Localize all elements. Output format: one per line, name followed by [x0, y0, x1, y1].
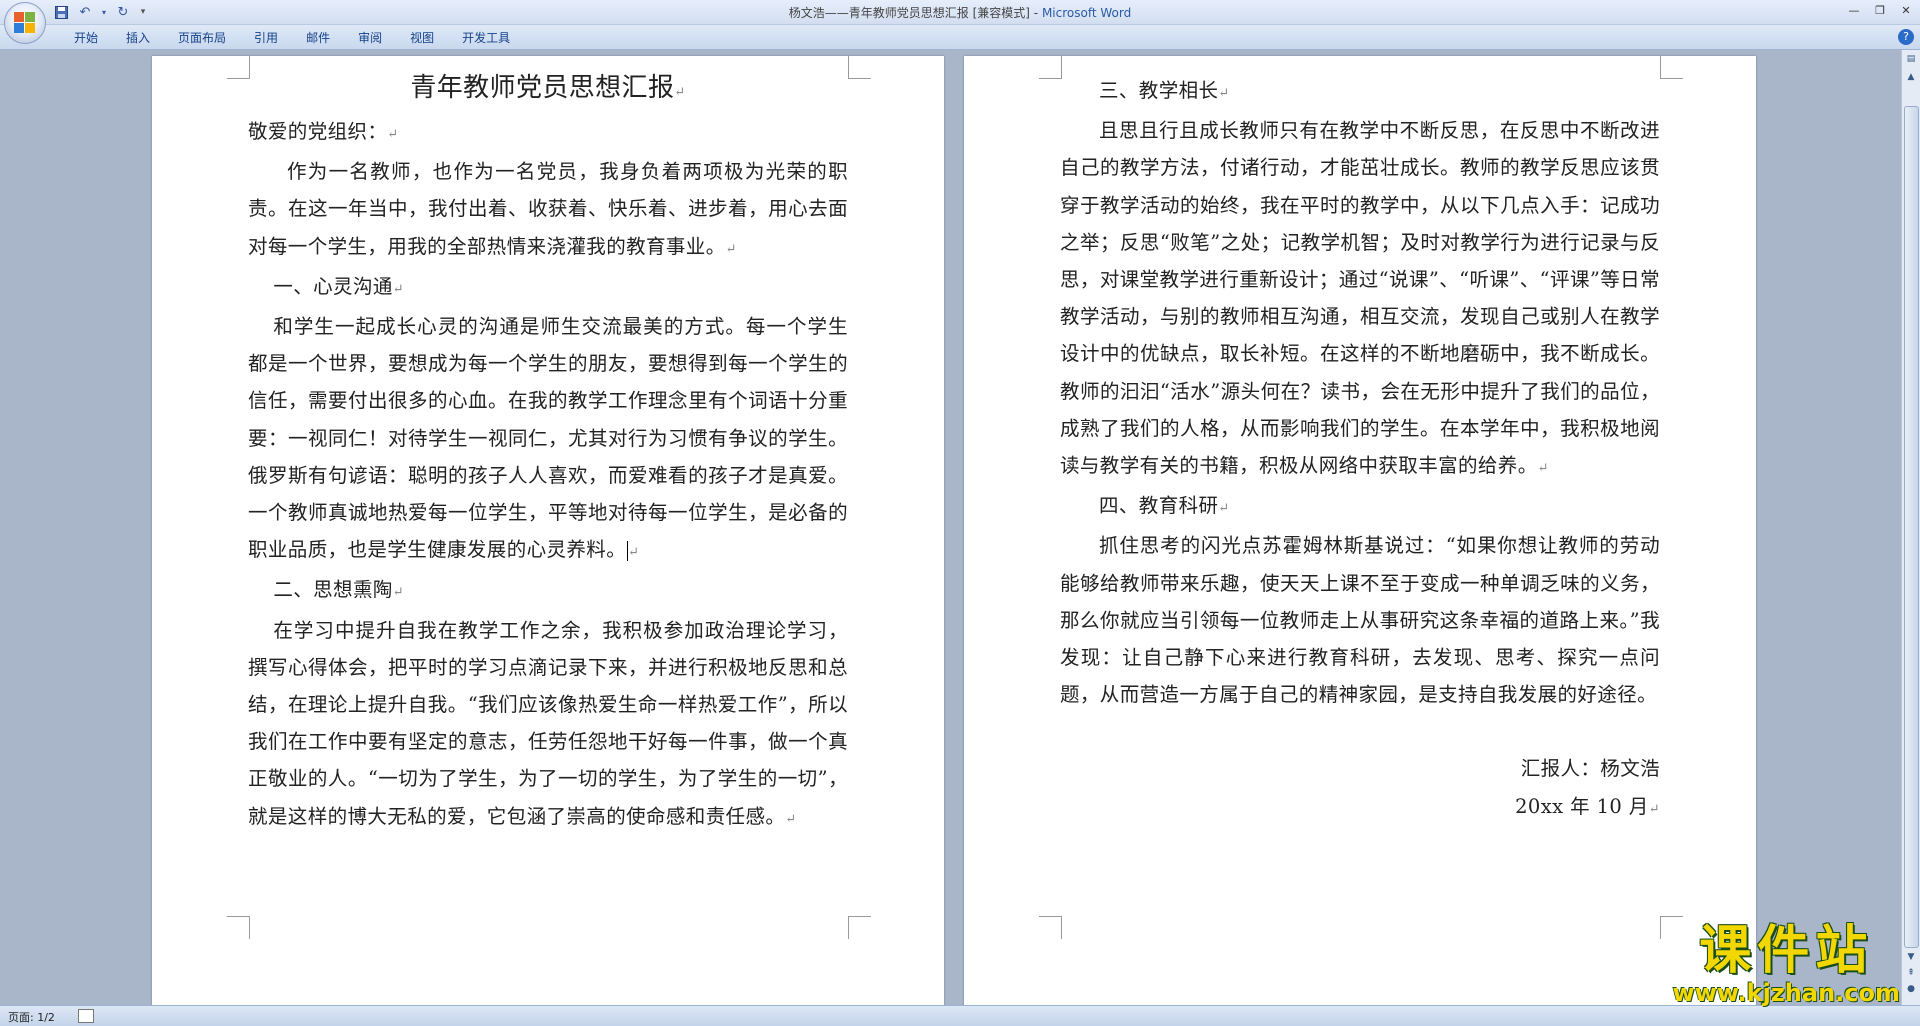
scrollbar-thumb[interactable]	[1904, 106, 1919, 948]
tab-developer[interactable]: 开发工具	[448, 30, 524, 46]
document-area: 青年教师党员思想汇报↵ 敬爱的党组织：↵ 作为一名教师，也作为一名党员，我身负着…	[0, 50, 1902, 1005]
window-controls: — ❐ ✕	[1846, 2, 1914, 18]
page-count[interactable]: 页面: 1/2	[8, 1009, 55, 1025]
paragraph-3: 且思且行且成长教师只有在教学中不断反思，在反思中不断改进自己的教学方法，付诸行动…	[1060, 119, 1660, 478]
select-browse-object-icon[interactable]: ●	[1904, 982, 1918, 996]
tab-review[interactable]: 审阅	[344, 30, 396, 46]
signature: 汇报人：杨文浩	[1520, 757, 1660, 781]
title-separator: -	[1029, 6, 1042, 20]
document-name: 杨文浩——青年教师党员思想汇报 [兼容模式]	[788, 6, 1030, 20]
tab-view[interactable]: 视图	[396, 30, 448, 46]
minimize-icon[interactable]: —	[1846, 2, 1862, 18]
document-title: 青年教师党员思想汇报↵	[410, 73, 686, 103]
paragraph-1: 和学生一起成长心灵的沟通是师生交流最美的方式。每一个学生都是一个世界，要想成为每…	[248, 315, 848, 562]
watermark-text: 课件站	[1699, 921, 1874, 981]
page-2[interactable]: 三、教学相长↵ 且思且行且成长教师只有在教学中不断反思，在反思中不断改进自己的教…	[964, 56, 1756, 1005]
help-icon[interactable]: ?	[1898, 29, 1914, 45]
heading-4: 四、教育科研↵	[1099, 494, 1230, 518]
title-bar: ↶ ▾ ↻ ▾ 杨文浩——青年教师党员思想汇报 [兼容模式] - Microso…	[0, 0, 1920, 44]
close-icon[interactable]: ✕	[1898, 2, 1914, 18]
scroll-up-icon[interactable]: ▲	[1904, 70, 1918, 84]
date: 20xx 年 10 月↵	[1515, 794, 1660, 818]
crop-mark	[1039, 916, 1062, 939]
salutation: 敬爱的党组织：↵	[248, 120, 399, 143]
page-1[interactable]: 青年教师党员思想汇报↵ 敬爱的党组织：↵ 作为一名教师，也作为一名党员，我身负着…	[152, 56, 944, 1005]
intro-paragraph: 作为一名教师，也作为一名党员，我身负着两项极为光荣的职责。在这一年当中，我付出着…	[248, 160, 848, 258]
app-name: Microsoft Word	[1041, 6, 1132, 20]
ribbon-tabs: 开始 插入 页面布局 引用 邮件 审阅 视图 开发工具	[60, 30, 524, 46]
heading-1: 一、心灵沟通↵	[273, 274, 405, 298]
crop-mark	[227, 916, 250, 939]
page-1-content: 青年教师党员思想汇报↵ 敬爱的党组织：↵ 作为一名教师，也作为一名党员，我身负着…	[248, 68, 848, 838]
vertical-scrollbar[interactable]: ▤ ▲ ▼ ⇞ ●	[1901, 50, 1920, 1005]
restore-icon[interactable]: ❐	[1872, 2, 1888, 18]
status-bar: 页面: 1/2	[0, 1005, 1920, 1026]
tab-references[interactable]: 引用	[240, 30, 292, 46]
office-button[interactable]	[4, 2, 46, 44]
office-logo-icon	[14, 12, 36, 34]
watermark-logo: 课件站 www.kjzhan.com	[1673, 922, 1900, 1006]
crop-mark	[1039, 56, 1062, 79]
proofing-icon[interactable]	[78, 1009, 94, 1023]
tab-home[interactable]: 开始	[60, 30, 112, 46]
heading-3: 三、教学相长↵	[1099, 79, 1230, 102]
watermark-url: www.kjzhan.com	[1672, 979, 1900, 1007]
scroll-down-icon[interactable]: ▼	[1904, 950, 1918, 964]
tab-mailings[interactable]: 邮件	[292, 30, 344, 46]
crop-mark	[227, 56, 250, 79]
paragraph-2: 在学习中提升自我在教学工作之余，我积极参加政治理论学习，撰写心得体会，把平时的学…	[248, 618, 848, 828]
paragraph-4: 抓住思考的闪光点苏霍姆林斯基说过：“如果你想让教师的劳动能够给教师带来乐趣，使天…	[1060, 534, 1660, 707]
crop-mark	[848, 56, 871, 79]
previous-page-icon[interactable]: ⇞	[1904, 966, 1918, 980]
ribbon: 开始 插入 页面布局 引用 邮件 审阅 视图 开发工具 ?	[0, 25, 1920, 50]
tab-insert[interactable]: 插入	[112, 30, 164, 46]
heading-2: 二、思想熏陶↵	[273, 578, 405, 602]
crop-mark	[1660, 56, 1683, 79]
window-title: 杨文浩——青年教师党员思想汇报 [兼容模式] - Microsoft Word	[0, 4, 1920, 21]
page-2-content: 三、教学相长↵ 且思且行且成长教师只有在教学中不断反思，在反思中不断改进自己的教…	[1060, 72, 1660, 828]
ruler-toggle-icon[interactable]: ▤	[1904, 52, 1918, 66]
crop-mark	[848, 916, 871, 939]
tab-page-layout[interactable]: 页面布局	[164, 30, 240, 46]
